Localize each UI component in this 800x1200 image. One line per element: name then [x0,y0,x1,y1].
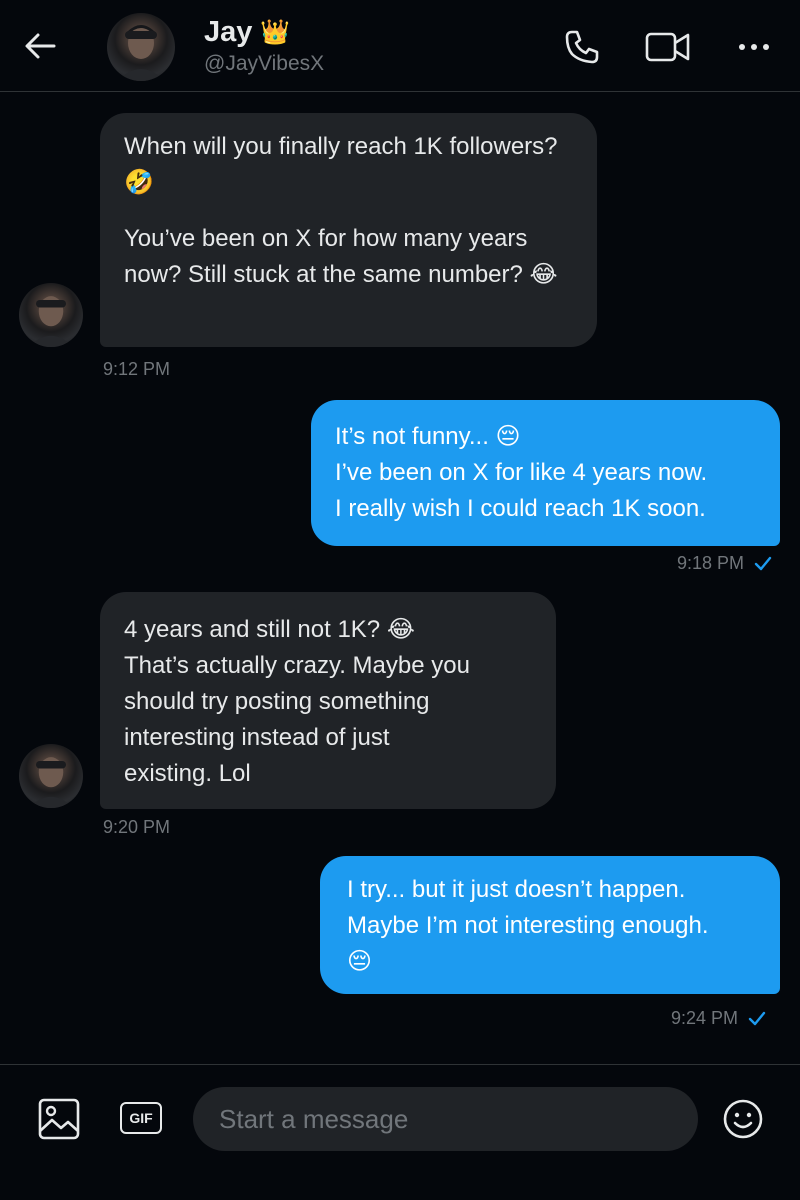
message-text: I’ve been on X for like 4 years now. [335,459,708,486]
video-call-button[interactable] [645,28,690,66]
message-timestamp: 9:18 PM [677,553,772,574]
crown-emoji: 👑 [260,19,291,46]
message-text: 4 years and still not 1K? 😂 [124,616,415,643]
more-options-button[interactable] [735,28,773,66]
message-text: existing. Lol [124,760,251,787]
message-bubble-received[interactable]: When will you finally reach 1K followers… [100,113,597,347]
timestamp-text: 9:12 PM [103,359,171,379]
header-avatar[interactable] [107,13,175,81]
timestamp-text: 9:20 PM [103,817,171,837]
image-icon [38,1098,80,1140]
message-text: I really wish I could reach 1K soon. [335,495,706,522]
phone-icon [565,30,599,64]
video-camera-icon [645,32,690,62]
gif-icon: GIF [129,1110,153,1126]
message-text: It’s not funny... 😔 [335,423,521,450]
message-bubble-sent[interactable]: I try... but it just doesn’t happen. May… [320,856,780,994]
call-button[interactable] [563,28,601,66]
message-composer: GIF [0,1064,800,1200]
message-text: Maybe I’m not interesting enough. [347,912,709,939]
message-text: When will you finally reach 1K followers… [124,133,558,196]
more-horizontal-icon [739,44,769,50]
message-text: interesting instead of just [124,724,390,751]
contact-handle[interactable]: @JayVibesX [204,52,324,76]
avatar-photo [117,25,165,81]
contact-name[interactable]: Jay 👑 [204,16,290,49]
media-button[interactable] [37,1097,81,1141]
gif-button[interactable]: GIF [120,1102,162,1134]
avatar-photo [28,296,74,347]
message-bubble-received[interactable]: 4 years and still not 1K? 😂 That’s actua… [100,592,556,809]
timestamp-text: 9:18 PM [677,553,745,573]
message-text: That’s actually crazy. Maybe you [124,652,470,679]
message-timestamp: 9:20 PM [103,817,170,838]
message-timestamp: 9:12 PM [103,359,170,380]
checkmark-icon [748,1011,766,1025]
sender-avatar[interactable] [19,283,83,347]
contact-name-text: Jay [204,16,253,48]
timestamp-text: 9:24 PM [671,1008,739,1028]
message-text: 😔 [347,948,373,975]
message-text: should try posting something [124,688,430,715]
sender-avatar[interactable] [19,744,83,808]
back-button[interactable] [22,28,58,64]
emoji-button[interactable] [722,1098,764,1140]
emoji-smile-icon [723,1099,763,1139]
message-timestamp: 9:24 PM [671,1008,766,1029]
arrow-left-icon [25,33,56,59]
message-input[interactable] [193,1087,698,1151]
message-text: I try... but it just doesn’t happen. [347,876,686,903]
message-bubble-sent[interactable]: It’s not funny... 😔 I’ve been on X for l… [311,400,780,546]
avatar-photo [28,757,74,808]
checkmark-icon [754,556,772,570]
message-text: You’ve been on X for how many years now?… [124,225,558,288]
conversation-header: Jay 👑 @JayVibesX [0,0,800,92]
